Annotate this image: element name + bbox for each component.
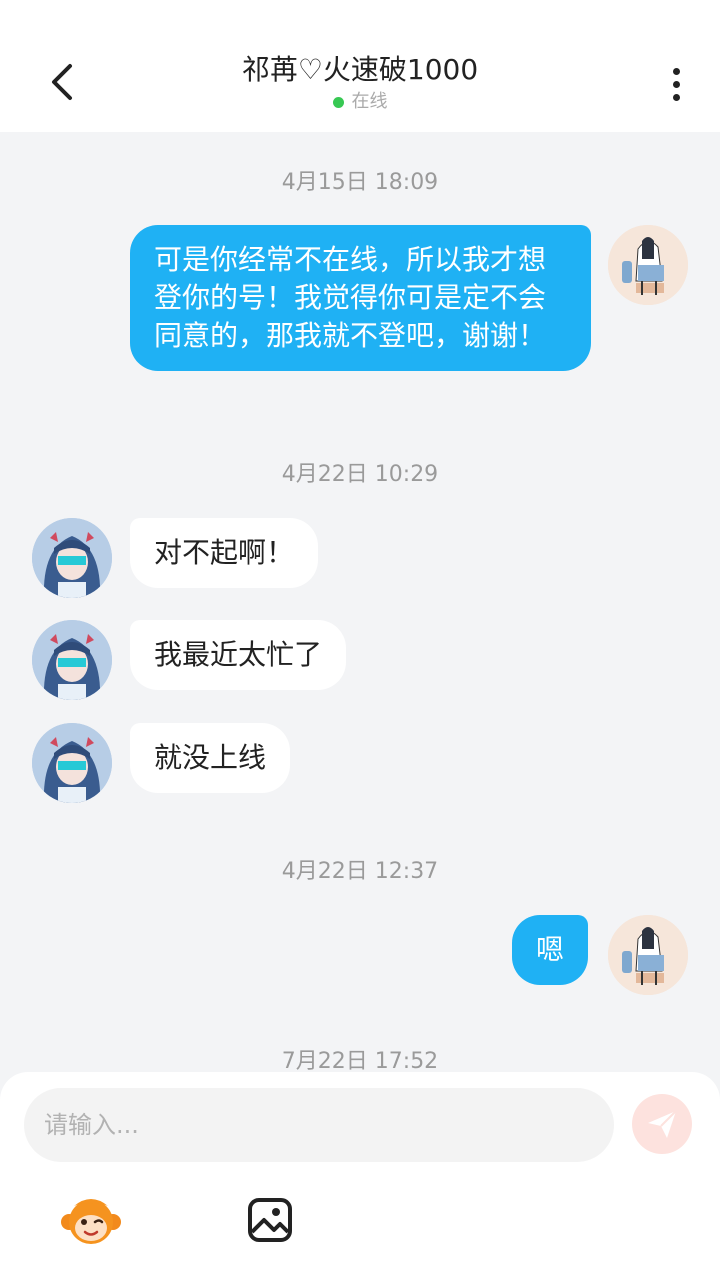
online-status: 在线 — [160, 90, 560, 114]
more-vertical-icon-dot — [672, 93, 680, 101]
chat-screen: 祁苒♡火速破1000 在线 4月15日 18:09 可是你经常不在线，所以我才想… — [0, 0, 720, 1280]
message-bubble-received[interactable]: 就没上线 — [130, 723, 291, 793]
send-button[interactable] — [632, 1094, 692, 1154]
my-avatar[interactable] — [608, 225, 688, 305]
contact-name: 祁苒♡火速破1000 — [241, 53, 479, 86]
my-avatar[interactable] — [608, 915, 688, 995]
composer-panel — [0, 1072, 720, 1280]
more-options-button[interactable] — [656, 62, 696, 106]
contact-avatar[interactable] — [32, 620, 112, 700]
contact-avatar[interactable] — [32, 723, 112, 803]
message-timestamp: 4月15日 18:09 — [281, 170, 439, 195]
message-bubble-received[interactable]: 对不起啊！ — [130, 518, 319, 588]
avatar-girl-sitting-image — [608, 915, 688, 995]
back-button[interactable] — [38, 58, 86, 106]
image-button[interactable] — [246, 1196, 294, 1244]
message-list[interactable]: 4月15日 18:09 可是你经常不在线，所以我才想登你的号！我觉得你可是定不会… — [0, 132, 720, 1072]
message-timestamp: 7月22日 17:52 — [281, 1049, 439, 1072]
message-bubble-received[interactable]: 我最近太忙了 — [130, 620, 347, 690]
emoji-button[interactable] — [60, 1190, 122, 1252]
message-timestamp: 4月22日 10:29 — [281, 462, 439, 487]
message-input[interactable] — [24, 1088, 614, 1162]
avatar-girl-sitting-image — [608, 225, 688, 305]
image-icon — [248, 1198, 292, 1242]
message-bubble-sent[interactable]: 嗯 — [512, 915, 589, 985]
contact-avatar[interactable] — [32, 518, 112, 598]
more-vertical-icon-dot — [672, 67, 680, 75]
message-bubble-sent[interactable]: 可是你经常不在线，所以我才想登你的号！我觉得你可是定不会同意的，那我就不登吧，谢… — [130, 225, 591, 371]
chevron-left-icon — [52, 64, 72, 100]
avatar-anime-girl-image — [32, 518, 112, 598]
online-dot — [332, 96, 344, 108]
chat-title-area: 祁苒♡火速破1000 在线 — [160, 50, 560, 114]
monkey-emoji-icon — [61, 1199, 121, 1244]
avatar-anime-girl-image — [32, 723, 112, 803]
avatar-anime-girl-image — [32, 620, 112, 700]
online-status-label: 在线 — [351, 91, 388, 112]
paper-plane-icon — [648, 1110, 677, 1138]
chat-header: 祁苒♡火速破1000 在线 — [0, 0, 720, 132]
more-vertical-icon-dot — [672, 80, 680, 88]
message-timestamp: 4月22日 12:37 — [281, 859, 439, 884]
